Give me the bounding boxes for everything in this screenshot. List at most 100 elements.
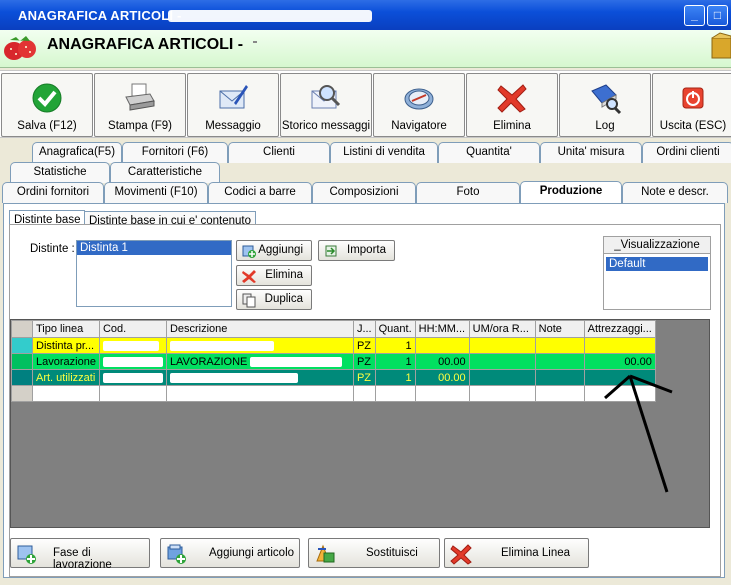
tab-ordini-clienti[interactable]: Ordini clienti [642, 142, 731, 163]
col-j[interactable]: J... [352, 320, 376, 338]
elimina-distinta-button[interactable]: Elimina [236, 265, 312, 286]
cell-note[interactable] [534, 369, 585, 386]
table-row[interactable]: Distinta pr... PZ 1 [11, 337, 656, 354]
visualizzazione-item-default[interactable]: Default [606, 257, 708, 271]
tab-codici-barre[interactable]: Codici a barre [208, 182, 312, 203]
duplica-button[interactable]: Duplica [236, 289, 312, 310]
cell-empty[interactable] [165, 385, 354, 402]
distinta-item[interactable]: Distinta 1 [77, 241, 231, 255]
tab-statistiche[interactable]: Statistiche [10, 162, 110, 183]
cell-desc-text: LAVORAZIONE [169, 355, 248, 368]
cell-umora[interactable] [468, 337, 536, 354]
compass-icon [404, 88, 434, 110]
table-row-empty[interactable] [11, 385, 656, 402]
maximize-button[interactable]: □ [707, 5, 728, 26]
tab-anagrafica[interactable]: Anagrafica(F5) [32, 142, 122, 163]
cell-um[interactable]: PZ [352, 337, 376, 354]
window-title-bar: ANAGRAFICA ARTICOLI - _ □ [0, 0, 731, 30]
delete-button[interactable]: Elimina [466, 73, 558, 137]
envelope-search-icon [311, 85, 341, 109]
visualizzazione-title: _Visualizzazione [604, 237, 710, 254]
save-button[interactable]: Salva (F12) [1, 73, 93, 137]
save-label: Salva (F12) [17, 120, 77, 132]
cell-desc[interactable] [165, 337, 354, 354]
cell-empty[interactable] [468, 385, 536, 402]
col-note[interactable]: Note [534, 320, 585, 338]
col-attrezzaggi[interactable]: Attrezzaggi... [583, 320, 656, 338]
cell-note[interactable] [534, 353, 585, 370]
row-header[interactable] [11, 369, 33, 386]
col-cod[interactable]: Cod. [98, 320, 167, 338]
elimina-linea-button[interactable]: Elimina Linea [444, 538, 589, 568]
table-row[interactable]: Art. utilizzati PZ 1 00.00 [11, 369, 656, 386]
sostituisci-label: Sostituisci [366, 547, 418, 559]
print-button[interactable]: Stampa (F9) [94, 73, 186, 137]
tab-caratteristiche[interactable]: Caratteristiche [110, 162, 220, 183]
cell-tipo[interactable]: Distinta pr... [32, 337, 100, 354]
row-header[interactable] [11, 337, 33, 354]
table-row[interactable]: Lavorazione LAVORAZIONE PZ 1 00.00 00.00 [11, 353, 656, 370]
fase-lavorazione-button[interactable]: Fase di lavorazione [10, 538, 150, 571]
tab-fornitori[interactable]: Fornitori (F6) [122, 142, 228, 163]
distinte-label: Distinte : [30, 243, 75, 255]
cell-hh[interactable]: 00.00 [414, 369, 470, 386]
cell-um[interactable]: PZ [352, 369, 376, 386]
col-tipo-linea[interactable]: Tipo linea [32, 320, 100, 338]
delete-label: Elimina [493, 120, 531, 132]
tab-foto[interactable]: Foto [416, 182, 520, 203]
tab-note-descr[interactable]: Note e descr. [622, 182, 728, 203]
cell-empty[interactable] [414, 385, 470, 402]
cell-cod[interactable] [98, 337, 167, 354]
tab-movimenti[interactable]: Movimenti (F10) [104, 182, 208, 203]
cell-empty[interactable] [352, 385, 376, 402]
tab-listini-vendita[interactable]: Listini di vendita [330, 142, 438, 163]
col-quant[interactable]: Quant. [374, 320, 416, 338]
cell-empty[interactable] [534, 385, 585, 402]
col-hhmm[interactable]: HH:MM... [414, 320, 470, 338]
sostituisci-button[interactable]: Sostituisci [308, 538, 440, 568]
col-descrizione[interactable]: Descrizione [165, 320, 354, 338]
cell-tipo[interactable]: Art. utilizzati [32, 369, 100, 386]
tab-produzione[interactable]: Produzione [520, 181, 622, 203]
cell-hh[interactable] [414, 337, 470, 354]
aggiungi-button[interactable]: Aggiungi [236, 240, 312, 261]
tab-quantita[interactable]: Quantita' [438, 142, 540, 163]
cell-quant[interactable]: 1 [374, 353, 416, 370]
cell-hh[interactable]: 00.00 [414, 353, 470, 370]
cell-um[interactable]: PZ [352, 353, 376, 370]
cell-desc[interactable]: LAVORAZIONE [165, 353, 354, 370]
aggiungi-articolo-button[interactable]: Aggiungi articolo [160, 538, 300, 568]
cell-attr[interactable] [583, 337, 656, 354]
cell-empty[interactable] [32, 385, 100, 402]
tab-unita-misura[interactable]: Unita' misura [540, 142, 642, 163]
message-history-button[interactable]: Storico messaggi [280, 73, 372, 137]
cell-note[interactable] [534, 337, 585, 354]
cell-umora[interactable] [468, 369, 536, 386]
cell-desc[interactable] [165, 369, 354, 386]
tab-clienti[interactable]: Clienti [228, 142, 330, 163]
importa-button[interactable]: Importa [318, 240, 395, 261]
cell-quant[interactable]: 1 [374, 337, 416, 354]
printer-icon [125, 83, 155, 111]
visualizzazione-list[interactable]: Default [606, 257, 708, 307]
row-header[interactable] [11, 385, 33, 402]
col-um-ora[interactable]: UM/ora R... [468, 320, 536, 338]
cell-empty[interactable] [374, 385, 416, 402]
elimina-linea-label: Elimina Linea [501, 547, 571, 559]
cell-tipo[interactable]: Lavorazione [32, 353, 100, 370]
cell-umora[interactable] [468, 353, 536, 370]
minimize-button[interactable]: _ [684, 5, 705, 26]
navigator-button[interactable]: Navigatore [373, 73, 465, 137]
exit-button[interactable]: Uscita (ESC) [652, 73, 731, 137]
cell-empty[interactable] [98, 385, 167, 402]
aggiungi-label: Aggiungi [258, 244, 303, 256]
log-button[interactable]: Log [559, 73, 651, 137]
cell-cod[interactable] [98, 353, 167, 370]
tab-ordini-fornitori[interactable]: Ordini fornitori [2, 182, 104, 203]
cell-cod[interactable] [98, 369, 167, 386]
tab-composizioni[interactable]: Composizioni [312, 182, 416, 203]
cell-quant[interactable]: 1 [374, 369, 416, 386]
row-header[interactable] [11, 353, 33, 370]
distinte-list[interactable]: Distinta 1 [76, 240, 232, 307]
message-button[interactable]: Messaggio [187, 73, 279, 137]
